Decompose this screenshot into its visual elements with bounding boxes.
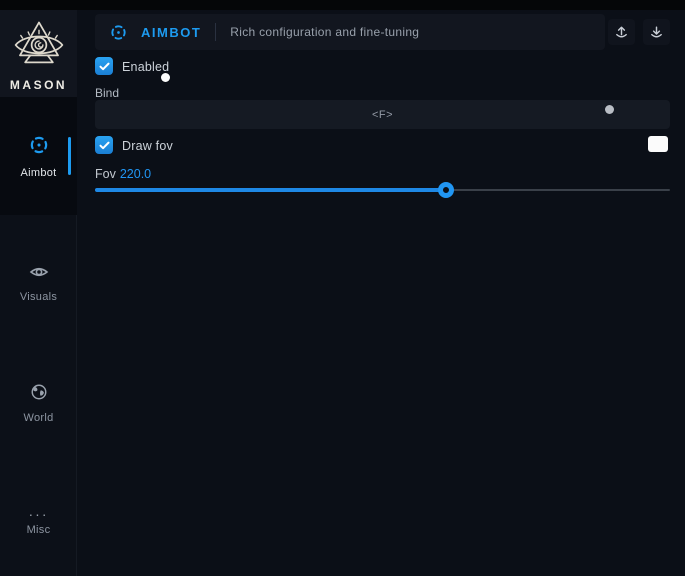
sidebar-item-label: Aimbot [20,167,56,179]
window-top-strip [0,0,685,10]
crosshair-icon [28,134,50,161]
mason-window: MASON Aimbot Visuals [0,0,685,576]
brand: MASON [0,10,77,97]
fov-slider[interactable] [95,183,670,197]
sidebar-item-misc[interactable]: ··· Misc [0,498,77,548]
fov-label: Fov 220.0 [95,167,151,181]
eye-icon [29,264,49,285]
header-bar: AIMBOT Rich configuration and fine-tunin… [95,14,605,50]
header-divider [215,23,216,41]
fov-slider-thumb[interactable] [438,182,454,198]
globe-icon [30,383,48,406]
mason-logo-icon [8,19,70,76]
sidebar-item-aimbot[interactable]: Aimbot [0,97,77,215]
sidebar-item-label: Misc [27,524,51,536]
sidebar-item-label: World [23,412,53,424]
check-icon [99,62,110,71]
page-subtitle: Rich configuration and fine-tuning [230,25,419,39]
sidebar-item-world[interactable]: World [0,378,77,428]
bind-input[interactable]: <F> [95,100,670,129]
cursor-dot [161,73,170,82]
sidebar: MASON Aimbot Visuals [0,10,77,576]
sidebar-item-label: Visuals [20,291,57,303]
upload-icon [613,24,630,41]
check-icon [99,141,110,150]
brand-name: MASON [10,78,67,92]
sidebar-item-visuals[interactable]: Visuals [0,258,77,308]
enabled-label: Enabled [122,60,169,74]
bind-label: Bind [95,86,119,100]
page-title: AIMBOT [141,25,201,40]
fov-value: 220.0 [120,167,151,181]
crosshair-icon [109,23,128,42]
download-icon [648,24,665,41]
fov-slider-fill [95,188,446,192]
fov-color-swatch[interactable] [648,136,668,152]
fov-label-text: Fov [95,167,116,181]
ellipsis-icon: ··· [29,510,49,518]
drag-dot [605,105,614,114]
draw-fov-label: Draw fov [122,139,173,153]
enabled-checkbox[interactable] [95,57,113,75]
download-config-button[interactable] [643,19,670,45]
bind-value: <F> [372,109,393,121]
upload-config-button[interactable] [608,19,635,45]
draw-fov-checkbox[interactable] [95,136,113,154]
selected-indicator [68,137,71,175]
